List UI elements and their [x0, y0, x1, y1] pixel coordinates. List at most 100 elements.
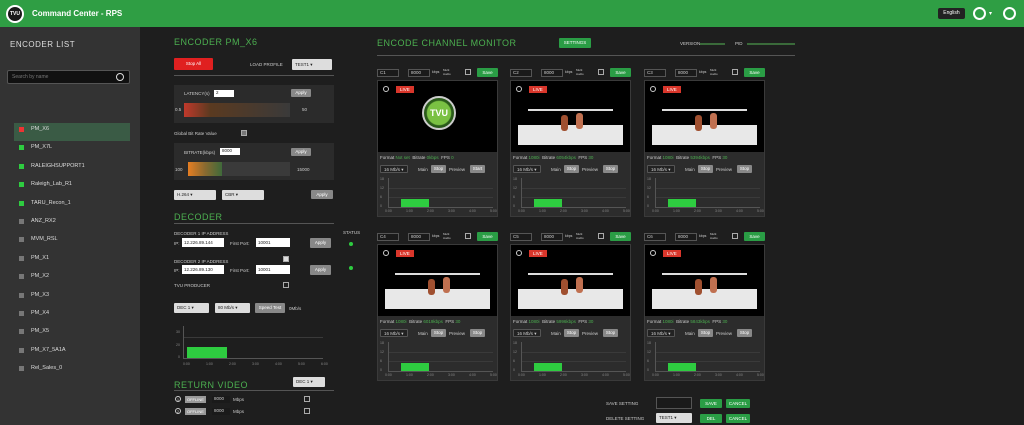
speed-select[interactable]: 16 Mb/s ▾	[647, 165, 675, 173]
cancel-button[interactable]: CANCEL	[726, 399, 750, 408]
video-preview[interactable]: LIVE	[645, 81, 764, 152]
channel-save-button[interactable]: Save	[744, 68, 765, 77]
video-preview[interactable]: LIVE	[511, 245, 630, 316]
stop-button[interactable]: Stop	[564, 165, 579, 173]
video-preview[interactable]: LIVE	[511, 81, 630, 152]
encoder-item[interactable]: PM_X3	[0, 289, 140, 307]
channel-id-input[interactable]: C4	[377, 233, 399, 241]
encoder-apply-button[interactable]: Apply	[311, 190, 333, 199]
return-video-checkbox[interactable]	[304, 408, 310, 414]
encoder-item[interactable]: PM_X6	[14, 123, 130, 142]
encoder-item[interactable]: MVM_RSL	[0, 233, 140, 251]
latency-input[interactable]: 2	[214, 90, 234, 97]
speed-select[interactable]: 16 Mb/s ▾	[513, 165, 541, 173]
tvu-producer-checkbox[interactable]	[283, 282, 289, 288]
speed-select[interactable]: 16 Mb/s ▾	[380, 329, 408, 337]
user-icon[interactable]	[973, 7, 986, 20]
channel-rate-input[interactable]: 8000	[408, 233, 430, 241]
preview-toggle-button[interactable]: Stop	[470, 329, 485, 337]
global-bitrate-checkbox[interactable]	[241, 130, 247, 136]
search-input[interactable]: Search by name	[7, 70, 130, 84]
latency-slider[interactable]	[184, 103, 290, 117]
return-video-checkbox[interactable]	[304, 396, 310, 402]
channel-rate-input[interactable]: 8000	[675, 233, 697, 241]
setting-name-input[interactable]	[656, 397, 692, 409]
channel-checkbox[interactable]	[598, 69, 604, 75]
encoder-item[interactable]: PM_X7L	[0, 141, 140, 159]
channel-checkbox[interactable]	[732, 233, 738, 239]
return-bitrate-input[interactable]: 8000	[212, 396, 230, 403]
encoder-item[interactable]: Rel_Sales_0	[0, 362, 140, 380]
decoder-1-port-input[interactable]: 10001	[256, 238, 290, 247]
speed-test-button[interactable]: Speed Test	[255, 303, 285, 313]
speed-select[interactable]: 16 Mb/s ▾	[647, 329, 675, 337]
encoder-item[interactable]: PM_X5	[0, 325, 140, 343]
channel-id-input[interactable]: C1	[377, 69, 399, 77]
codec-select[interactable]: H.264 ▾	[174, 190, 216, 200]
channel-checkbox[interactable]	[732, 69, 738, 75]
decoder-2-checkbox[interactable]	[283, 256, 289, 262]
video-preview[interactable]: LIVE	[645, 245, 764, 316]
apps-grid-icon[interactable]	[1003, 7, 1016, 20]
encoder-item[interactable]: TARU_Recon_1	[0, 197, 140, 215]
encoder-item[interactable]: RALEIGHSUPPORT1	[0, 160, 140, 178]
channel-id-input[interactable]: C6	[644, 233, 666, 241]
channel-save-button[interactable]: Save	[477, 68, 498, 77]
stop-button[interactable]: Stop	[698, 329, 713, 337]
speed-select[interactable]: 80 Mb/s ▾	[215, 303, 250, 313]
delete-button[interactable]: DEL	[700, 414, 722, 423]
rate-mode-select[interactable]: CBR ▾	[222, 190, 264, 200]
video-preview[interactable]: LIVE	[378, 245, 497, 316]
channel-save-button[interactable]: Save	[477, 232, 498, 241]
encoder-item[interactable]: ANZ_RX2	[0, 215, 140, 233]
return-bitrate-input[interactable]: 8000	[212, 408, 230, 415]
preview-toggle-button[interactable]: Stop	[737, 329, 752, 337]
save-button[interactable]: SAVE	[700, 399, 722, 408]
preview-toggle-button[interactable]: Start	[470, 165, 485, 173]
encoder-item[interactable]: Raleigh_Lab_R1	[0, 178, 140, 196]
preview-toggle-button[interactable]: Stop	[737, 165, 752, 173]
stop-all-button[interactable]: Stop All	[174, 58, 213, 70]
speed-select[interactable]: 16 Mb/s ▾	[380, 165, 408, 173]
decoder-2-port-input[interactable]: 10001	[256, 265, 290, 274]
channel-id-input[interactable]: C2	[510, 69, 532, 77]
video-preview[interactable]: TVU LIVE	[378, 81, 497, 152]
channel-save-button[interactable]: Save	[610, 68, 631, 77]
bitrate-apply-button[interactable]: Apply	[291, 148, 311, 156]
channel-rate-input[interactable]: 8000	[541, 69, 563, 77]
stop-button[interactable]: Stop	[431, 329, 446, 337]
decoder-1-apply-button[interactable]: Apply	[310, 238, 331, 248]
latency-apply-button[interactable]: Apply	[291, 89, 311, 97]
preview-toggle-button[interactable]: Stop	[603, 165, 618, 173]
chevron-down-icon[interactable]: ▾	[989, 10, 992, 17]
channel-checkbox[interactable]	[465, 69, 471, 75]
channel-checkbox[interactable]	[465, 233, 471, 239]
encoder-item[interactable]: PM_X7_5A1A	[0, 344, 140, 362]
channel-save-button[interactable]: Save	[610, 232, 631, 241]
stop-button[interactable]: Stop	[698, 165, 713, 173]
encoder-item[interactable]: PM_X4	[0, 307, 140, 325]
return-dec-select[interactable]: DEC 1 ▾	[293, 377, 325, 387]
channel-id-input[interactable]: C5	[510, 233, 532, 241]
bitrate-input[interactable]: 8000	[220, 148, 240, 155]
encoder-item[interactable]: PM_X1	[0, 252, 140, 270]
settings-button[interactable]: SETTINGS	[559, 38, 591, 48]
decoder-2-ip-input[interactable]: 12.226.89.130	[182, 265, 224, 274]
load-profile-select[interactable]: TEST1 ▾	[292, 59, 332, 70]
channel-rate-input[interactable]: 8000	[675, 69, 697, 77]
channel-id-input[interactable]: C3	[644, 69, 666, 77]
channel-checkbox[interactable]	[598, 233, 604, 239]
decoder-2-apply-button[interactable]: Apply	[310, 265, 331, 275]
preview-toggle-button[interactable]: Stop	[603, 329, 618, 337]
bitrate-slider[interactable]	[188, 162, 222, 176]
encoder-item[interactable]: PM_X2	[0, 270, 140, 288]
search-icon[interactable]	[116, 73, 124, 81]
stop-button[interactable]: Stop	[431, 165, 446, 173]
language-select[interactable]: English	[938, 8, 965, 19]
stop-button[interactable]: Stop	[564, 329, 579, 337]
channel-rate-input[interactable]: 8000	[541, 233, 563, 241]
channel-rate-input[interactable]: 8000	[408, 69, 430, 77]
decoder-1-ip-input[interactable]: 12.226.89.144	[182, 238, 224, 247]
delete-profile-select[interactable]: TEST1 ▾	[656, 413, 692, 423]
speed-select[interactable]: 16 Mb/s ▾	[513, 329, 541, 337]
